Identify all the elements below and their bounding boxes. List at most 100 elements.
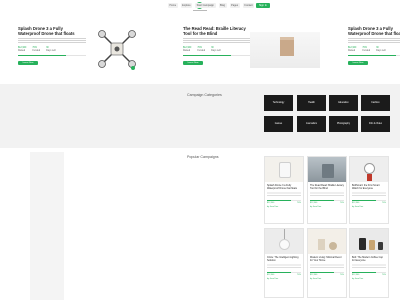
nav-explore[interactable]: Explore xyxy=(180,3,193,8)
project-meta: $12,900 70% xyxy=(310,274,344,276)
hero-invest-button[interactable]: Invest Now xyxy=(18,61,38,66)
project-card[interactable]: Circle: The Intelligent Lighting Solutio… xyxy=(264,228,304,298)
project-author[interactable]: by Jane Doe xyxy=(267,206,301,209)
project-meta: $12,900 70% xyxy=(352,274,386,276)
project-description xyxy=(352,192,386,197)
project-title[interactable]: Splash Drone 3 a Fully Waterproof Drone … xyxy=(267,184,301,190)
project-progress-bar xyxy=(352,200,386,201)
project-card[interactable]: Modern Living: Minimal Decor for Your Ho… xyxy=(307,228,347,298)
device-shape xyxy=(322,164,334,178)
lamp-cord xyxy=(284,229,285,239)
hero-stat: 70% Funded xyxy=(32,47,41,52)
nav-contact[interactable]: Contact xyxy=(242,3,255,8)
product-box-photo xyxy=(250,32,320,68)
hero-progress-fill xyxy=(18,55,66,57)
project-progress-fill xyxy=(267,272,291,273)
drone-photo xyxy=(98,30,136,70)
nav-home[interactable]: Home xyxy=(168,3,178,8)
hero-stat: $12,900 Raised xyxy=(348,47,357,52)
decor-shape xyxy=(318,239,325,250)
project-title[interactable]: The Read Read: Braille Literacy Tool for… xyxy=(310,184,344,190)
hero-invest-button[interactable]: Invest Now xyxy=(348,61,368,66)
nav-blog[interactable]: Blog xyxy=(218,3,227,8)
sign-in-button[interactable]: Sign In xyxy=(256,3,270,8)
hero-stats: $12,900 Raised 70% Funded 30 Days Left xyxy=(18,47,86,53)
hero-title[interactable]: The Read Read: Braille Literacy Tool for… xyxy=(183,26,251,36)
cup-shape xyxy=(369,240,375,250)
project-author[interactable]: by Jane Doe xyxy=(310,278,344,281)
project-title[interactable]: BoltSmart: the First Smart Watch for Eve… xyxy=(352,184,386,190)
project-meta: $12,900 70% xyxy=(267,274,301,276)
category-tile[interactable]: Games xyxy=(264,116,293,132)
project-progress-fill xyxy=(310,272,334,273)
hero-stats: $12,900 Raised 70% Funded 30 Days Left xyxy=(348,47,400,53)
project-image xyxy=(265,229,303,254)
project-author[interactable]: by Jane Doe xyxy=(352,278,386,281)
hero-stat: 70% Funded xyxy=(362,47,371,52)
project-title[interactable]: Modern Living: Minimal Decor for Your Ho… xyxy=(310,256,344,262)
category-tile[interactable]: Fashion xyxy=(361,95,390,111)
project-title[interactable]: Circle: The Intelligent Lighting Solutio… xyxy=(267,256,301,262)
category-tile[interactable]: Journalism xyxy=(297,116,326,132)
project-progress-bar xyxy=(267,200,301,201)
hero-stat: 70% Funded xyxy=(197,47,206,52)
watch-shape xyxy=(364,163,375,174)
project-progress-bar xyxy=(267,272,301,273)
hero-title[interactable]: Splash Drone 3 a Fully Waterproof Drone … xyxy=(348,26,400,36)
project-card[interactable]: Splash Drone 3 a Fully Waterproof Drone … xyxy=(264,156,304,224)
nav-start-campaign[interactable]: Start Campaign xyxy=(195,3,216,8)
hero-stat: $12,900 Raised xyxy=(183,47,192,52)
project-author[interactable]: by Jane Doe xyxy=(352,206,386,209)
project-image xyxy=(308,229,346,254)
hero-stat: 30 Days Left xyxy=(211,47,221,52)
project-card[interactable]: Bolt: The Modern Coffee Cup for Everyone… xyxy=(349,228,389,298)
hero-slide: The Read Read: Braille Literacy Tool for… xyxy=(183,26,251,76)
project-description xyxy=(267,192,301,197)
category-tile[interactable]: Film & Video xyxy=(361,116,390,132)
hero-stat: 30 Days Left xyxy=(376,47,386,52)
project-progress-fill xyxy=(267,200,291,201)
cup-shape xyxy=(378,242,383,250)
project-description xyxy=(352,264,386,269)
hero-title[interactable]: Splash Drone 3 a Fully Waterproof Drone … xyxy=(18,26,86,36)
hero-invest-button[interactable]: Invest Now xyxy=(183,61,203,66)
project-image xyxy=(350,157,388,182)
lamp-shape xyxy=(279,239,290,250)
project-image xyxy=(308,157,346,182)
decor-shape xyxy=(329,242,337,250)
nav-pages[interactable]: Pages xyxy=(229,3,240,8)
project-progress-bar xyxy=(310,200,344,201)
hero-description xyxy=(18,38,86,44)
project-card[interactable]: BoltSmart: the First Smart Watch for Eve… xyxy=(349,156,389,224)
project-meta: $12,900 70% xyxy=(310,202,344,204)
hero-progress-bar xyxy=(18,55,86,57)
project-progress-bar xyxy=(310,272,344,273)
main-nav: Home Explore Start Campaign Blog Pages C… xyxy=(168,3,255,8)
hero-progress-bar xyxy=(348,55,400,57)
category-tile[interactable]: Health xyxy=(297,95,326,111)
project-description xyxy=(310,264,344,269)
project-progress-fill xyxy=(352,200,376,201)
project-meta: $12,900 70% xyxy=(267,202,301,204)
sidebar-placeholder xyxy=(30,152,64,300)
project-card[interactable]: The Read Read: Braille Literacy Tool for… xyxy=(307,156,347,224)
speaker-shape xyxy=(279,162,291,178)
hero-stat: $12,900 Raised xyxy=(18,47,27,52)
hero-progress-bar xyxy=(183,55,251,57)
project-author[interactable]: by Jane Doe xyxy=(267,278,301,281)
project-image xyxy=(265,157,303,182)
category-tile[interactable]: Photography xyxy=(329,116,358,132)
hero-progress-fill xyxy=(183,55,231,57)
hero-description xyxy=(348,38,400,44)
project-image xyxy=(350,229,388,254)
category-tile[interactable]: Technology xyxy=(264,95,293,111)
project-author[interactable]: by Jane Doe xyxy=(310,206,344,209)
project-title[interactable]: Bolt: The Modern Coffee Cup for Everyone xyxy=(352,256,386,262)
hero-progress-fill xyxy=(348,55,396,57)
logo-wordmark xyxy=(193,10,207,11)
hero-stats: $12,900 Raised 70% Funded 30 Days Left xyxy=(183,47,251,53)
projects-title: Popular Campaigns xyxy=(187,155,219,159)
category-tile[interactable]: Education xyxy=(329,95,358,111)
project-progress-fill xyxy=(352,272,376,273)
categories-title: Campaign Categories xyxy=(187,93,222,97)
